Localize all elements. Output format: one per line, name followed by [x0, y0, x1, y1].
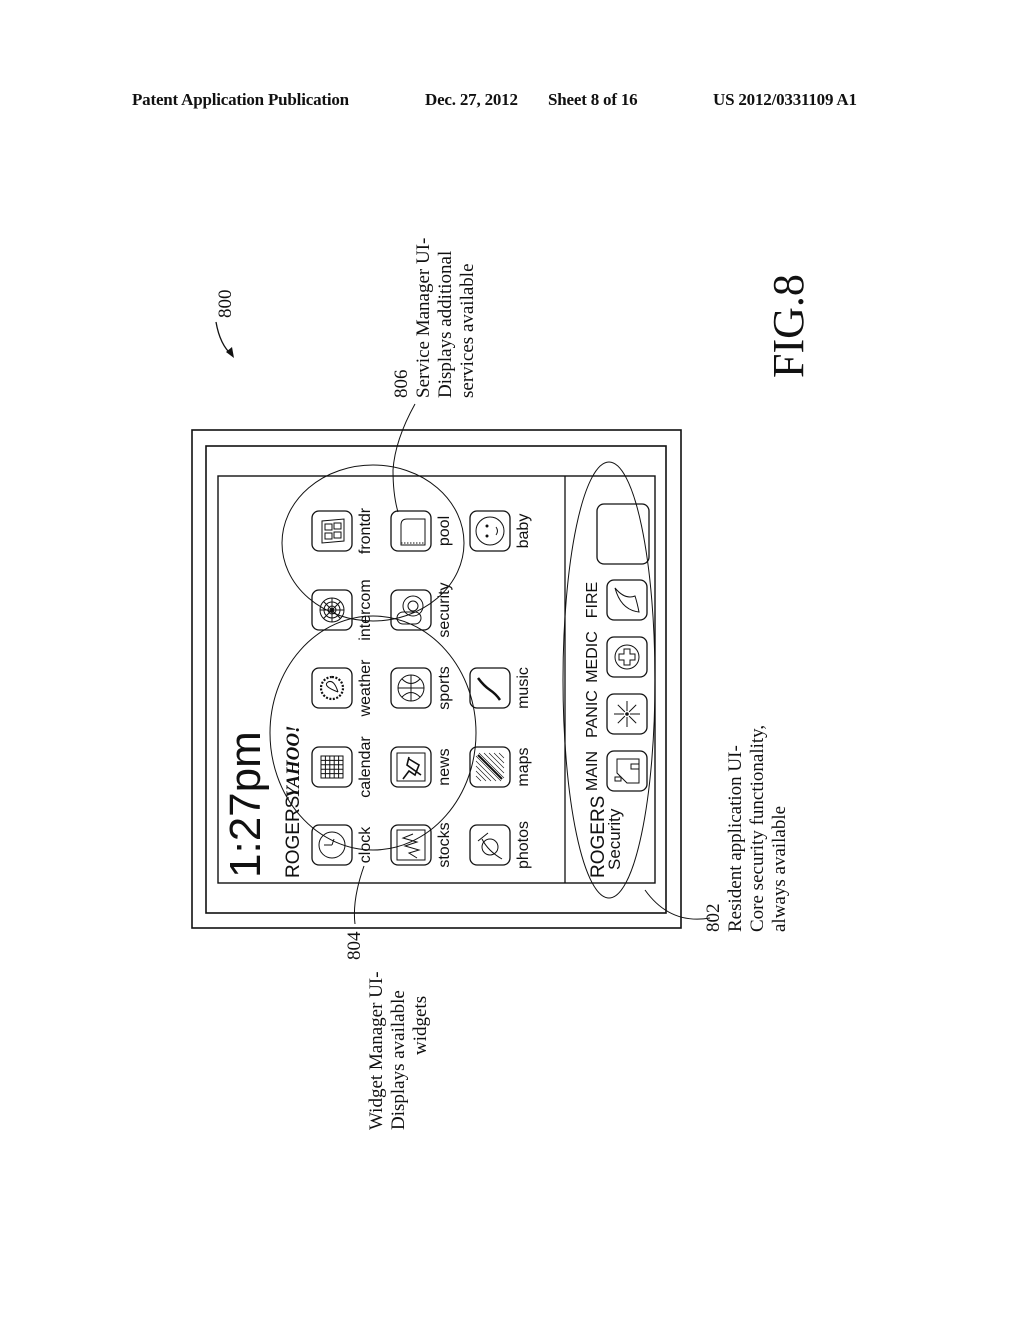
- widget-label: maps: [515, 747, 532, 786]
- callout-text-line: Service Manager UI-: [413, 238, 434, 398]
- reference-arrowhead: [226, 347, 234, 358]
- security-button-blank[interactable]: [596, 503, 650, 565]
- widget-label: stocks: [436, 822, 453, 867]
- figure-8-drawing: FIG.8 800 1:27pm ROGERS YAHOO! clockcale…: [191, 238, 813, 1130]
- widget-tile-frame: [311, 746, 353, 788]
- callout-text-line: always available: [769, 806, 790, 932]
- burst-icon: [614, 701, 640, 727]
- callout-802: 802 Resident application UI- Core security…: [703, 725, 790, 932]
- clock-time: 1:27pm: [221, 731, 270, 878]
- widget-tile-music[interactable]: music: [469, 667, 532, 709]
- callout-reference-number: 804: [344, 931, 365, 960]
- service-tile-frame: [311, 510, 353, 552]
- service-label: baby: [515, 514, 532, 549]
- callout-text-line: widgets: [410, 996, 431, 1055]
- security-button-frame: [606, 750, 648, 792]
- callout-text-line: Displays additional: [435, 251, 456, 398]
- callout-text-line: Widget Manager UI-: [366, 971, 387, 1130]
- widget-label: news: [436, 748, 453, 785]
- widget-label: photos: [515, 821, 532, 869]
- service-label: pool: [436, 516, 453, 546]
- security-button-frame: [606, 579, 648, 621]
- widget-tile-frame: [311, 667, 353, 709]
- callout-text-line: Displays available: [388, 990, 409, 1130]
- service-tile-frontdr[interactable]: frontdr: [311, 507, 374, 554]
- intercom-icon: [319, 597, 345, 623]
- security-button-label: FIRE: [584, 582, 601, 618]
- security-button-label: MAIN: [584, 751, 601, 791]
- service-tile-pool[interactable]: pool: [390, 510, 453, 552]
- security-button-panic[interactable]: PANIC: [584, 690, 648, 738]
- figure-label: FIG.8: [764, 274, 813, 378]
- security-button-label: MEDIC: [584, 631, 601, 683]
- basketball-icon: [397, 674, 425, 702]
- partner-logo: YAHOO!: [283, 726, 304, 798]
- widget-label: clock: [357, 826, 374, 863]
- security-bar-subtitle: Security: [605, 808, 624, 870]
- widget-tile-frame: [469, 824, 511, 866]
- widget-tile-frame: [469, 667, 511, 709]
- widget-tile-news[interactable]: news: [390, 746, 453, 788]
- service-label: intercom: [357, 579, 374, 640]
- security-button-fire[interactable]: FIRE: [584, 579, 648, 621]
- widget-label: calendar: [357, 736, 374, 798]
- widget-tile-stocks[interactable]: stocks: [390, 822, 453, 868]
- figure-reference-number: 800: [215, 290, 236, 319]
- callout-reference-number: 806: [391, 370, 412, 399]
- widget-tile-photos[interactable]: photos: [469, 821, 532, 869]
- security-button-main[interactable]: MAIN: [584, 750, 648, 792]
- callout-reference-number: 802: [703, 904, 724, 933]
- widget-tile-sports[interactable]: sports: [390, 666, 453, 710]
- widget-label: weather: [357, 659, 374, 718]
- widget-label: sports: [436, 666, 453, 710]
- service-tile-security[interactable]: security: [390, 582, 453, 638]
- callout-text-line: Resident application UI-: [725, 745, 746, 932]
- callout-text-line: Core security functionality,: [747, 725, 768, 932]
- news-icon: [396, 752, 426, 782]
- callout-804: 804Widget Manager UI- Displays available w…: [344, 931, 431, 1130]
- service-tile-baby[interactable]: baby: [469, 510, 532, 552]
- security-button-frame: [606, 636, 648, 678]
- callout-text-line: services available: [457, 263, 478, 398]
- security-button-medic[interactable]: MEDIC: [584, 631, 648, 683]
- service-label: frontdr: [357, 507, 374, 554]
- security-button-frame: [596, 503, 650, 565]
- device: 1:27pm ROGERS YAHOO! clockcalendarweathe…: [191, 429, 682, 929]
- widget-label: music: [515, 667, 532, 709]
- widget-tile-maps[interactable]: maps: [469, 746, 532, 788]
- security-button-label: PANIC: [584, 690, 601, 738]
- callout-806: 806 Service Manager UI- Displays additiona…: [391, 238, 478, 398]
